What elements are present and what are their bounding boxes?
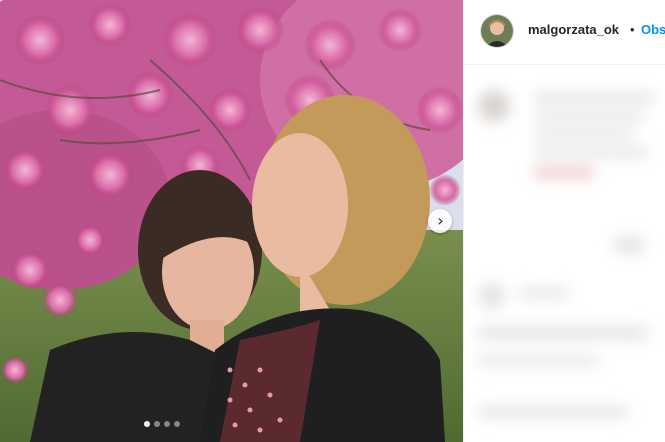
post-photo[interactable]: › [0,0,463,442]
avatar[interactable] [480,14,514,48]
carousel-dot-4 [174,421,180,427]
carousel-next-button[interactable]: › [428,209,452,233]
post-header: malgorzata_ok • Obserwuj [464,0,665,65]
photo-illustration [0,0,463,442]
instagram-post: › malgorzata_ok • Obserwuj [0,0,665,442]
carousel-dots [144,421,180,427]
follow-button[interactable]: Obserwuj [641,22,665,37]
profile-photo [481,15,513,47]
carousel-dot-1 [144,421,150,427]
blurred-comments [464,66,665,442]
carousel-dot-3 [164,421,170,427]
post-sidebar: malgorzata_ok • Obserwuj [463,0,665,442]
header-separator: • [630,22,635,37]
chevron-right-icon: › [437,211,444,230]
carousel-dot-2 [154,421,160,427]
username-link[interactable]: malgorzata_ok [528,22,619,37]
